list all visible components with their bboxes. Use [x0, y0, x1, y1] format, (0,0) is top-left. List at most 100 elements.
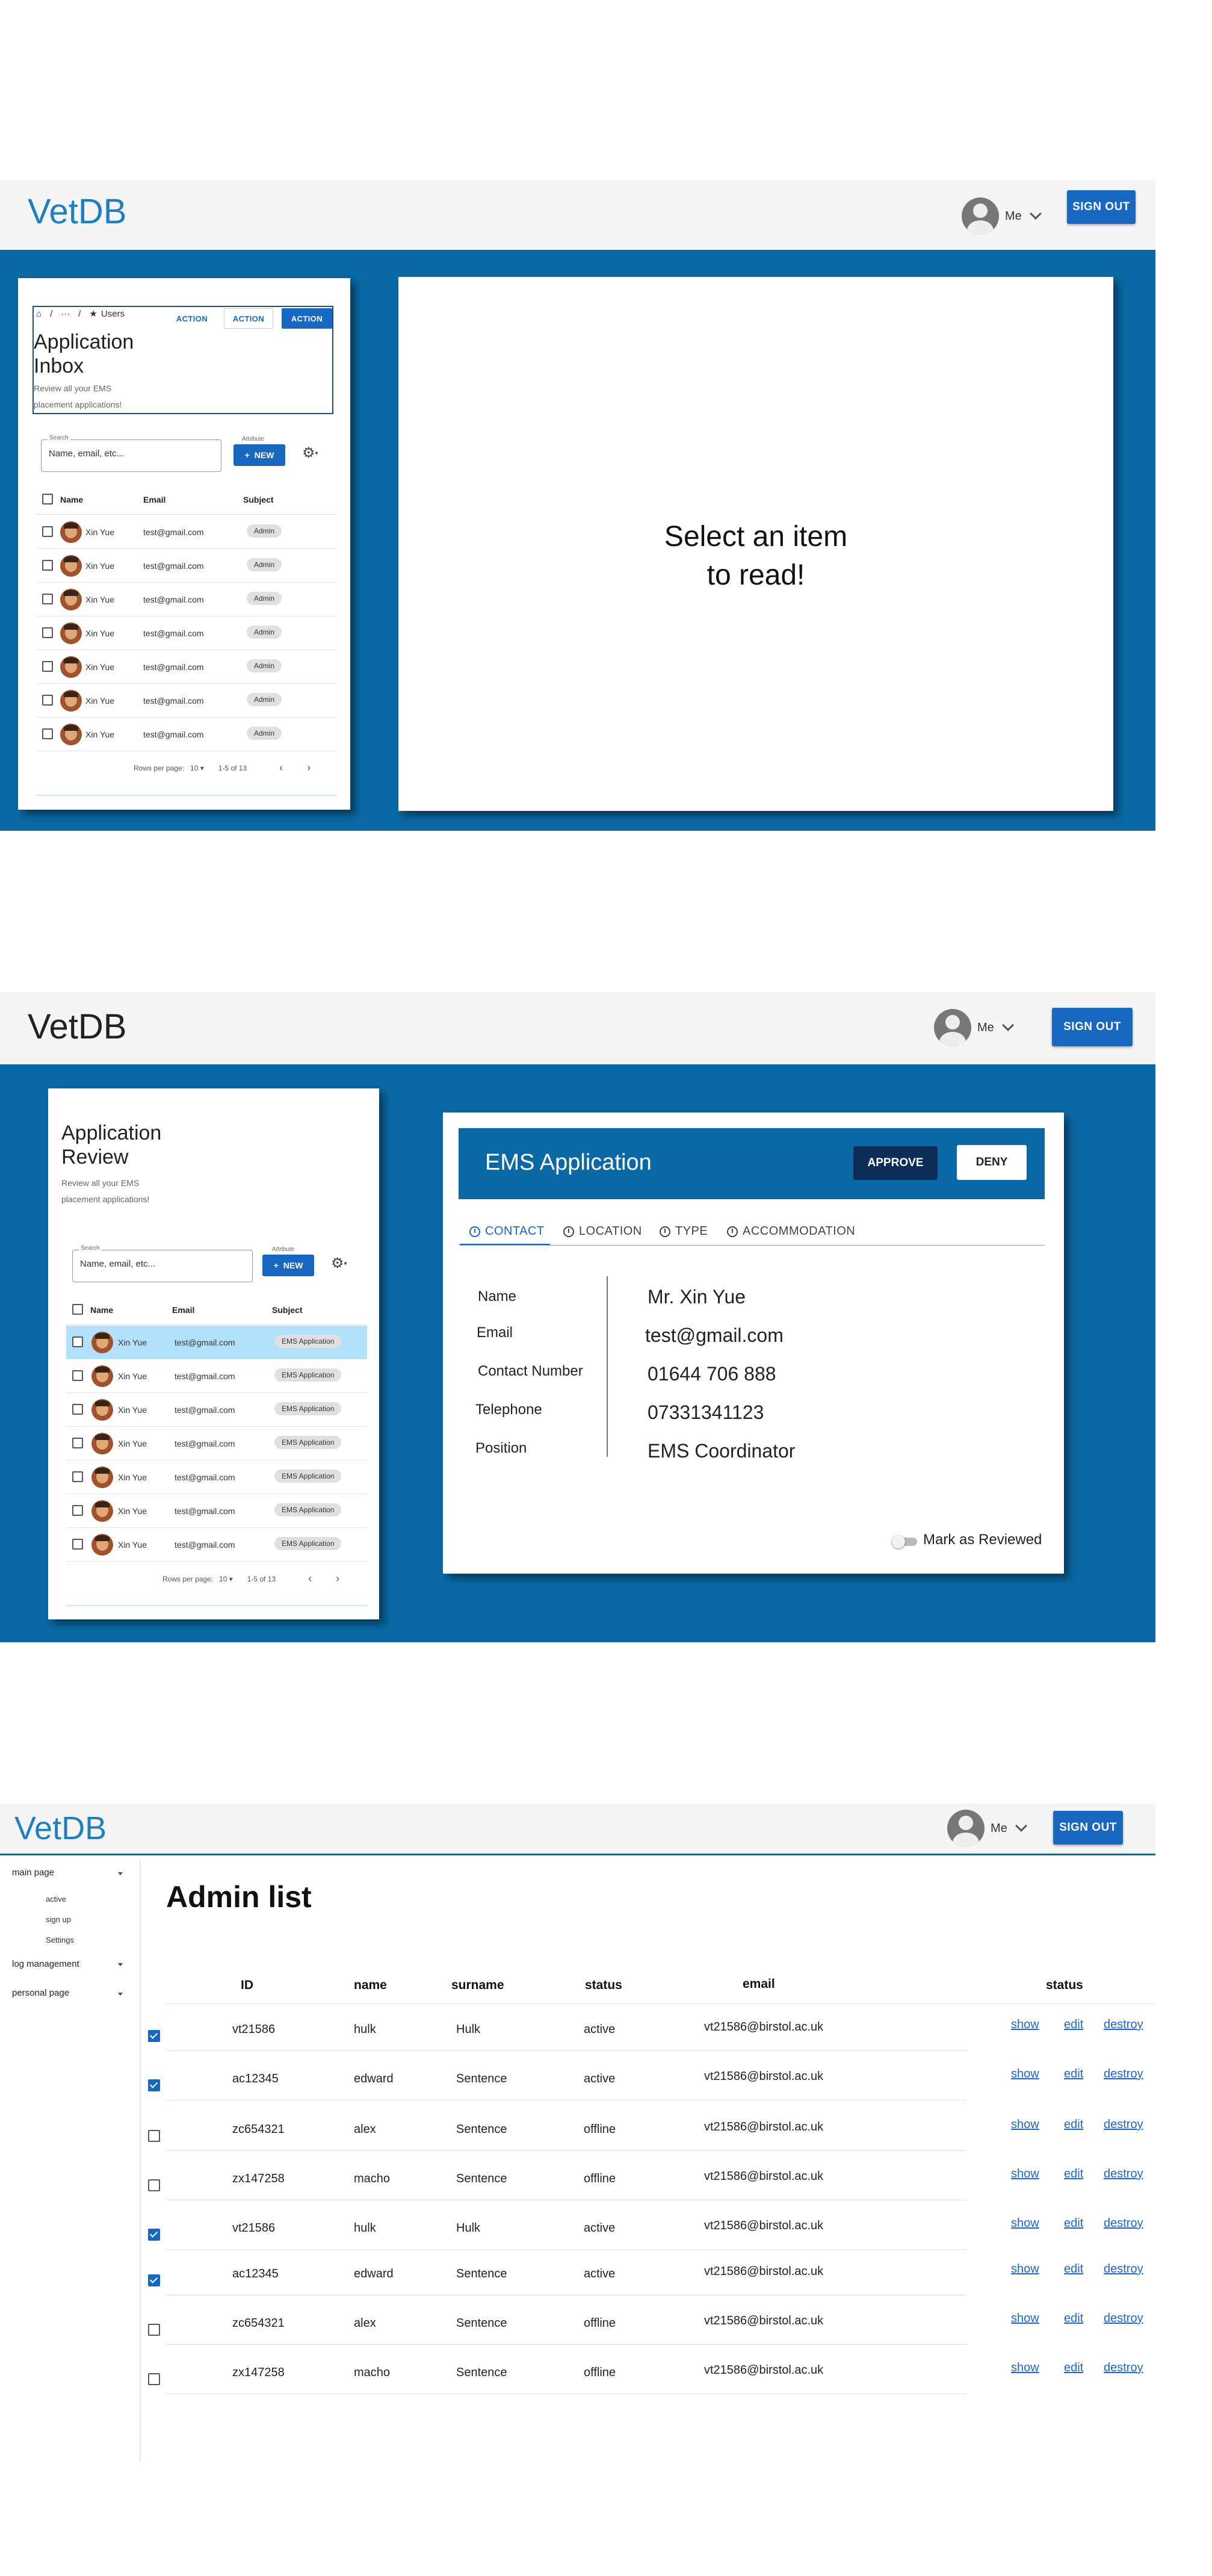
- mark-reviewed-toggle[interactable]: [892, 1535, 917, 1548]
- chevron-down-icon[interactable]: [118, 1872, 123, 1875]
- action-button-1[interactable]: ACTION: [167, 308, 217, 329]
- show-link[interactable]: show: [1011, 2167, 1039, 2181]
- table-row[interactable]: Xin Yue test@gmail.com EMS Application: [66, 1393, 367, 1427]
- row-email[interactable]: vt21586@birstol.ac.uk: [704, 2070, 823, 2084]
- show-link[interactable]: show: [1011, 2067, 1039, 2081]
- sidebar-item-active[interactable]: active: [46, 1895, 66, 1904]
- table-row[interactable]: Xin Yue test@gmail.com Admin: [36, 616, 337, 650]
- row-checkbox[interactable]: [72, 1505, 83, 1516]
- search-input[interactable]: Search Name, email, etc...: [41, 435, 221, 472]
- column-header-name[interactable]: Name: [90, 1305, 113, 1315]
- sign-out-button[interactable]: SIGN OUT: [1053, 1811, 1123, 1845]
- destroy-link[interactable]: destroy: [1104, 2217, 1143, 2230]
- row-email[interactable]: vt21586@birstol.ac.uk: [704, 2170, 823, 2183]
- row-checkbox[interactable]: [42, 728, 53, 739]
- sidebar-item-settings[interactable]: Settings: [46, 1935, 74, 1944]
- row-checkbox[interactable]: [148, 2324, 160, 2336]
- new-button[interactable]: + NEW: [233, 444, 285, 466]
- table-row[interactable]: Xin Yue test@gmail.com Admin: [36, 549, 337, 583]
- destroy-link[interactable]: destroy: [1104, 2262, 1143, 2276]
- row-email[interactable]: vt21586@birstol.ac.uk: [704, 2314, 823, 2328]
- new-button[interactable]: + NEW: [262, 1255, 314, 1276]
- edit-link[interactable]: edit: [1064, 2262, 1083, 2276]
- row-email[interactable]: vt21586@birstol.ac.uk: [704, 2363, 823, 2377]
- row-email[interactable]: vt21586@birstol.ac.uk: [704, 2020, 823, 2034]
- table-row[interactable]: Xin Yue test@gmail.com EMS Application: [66, 1427, 367, 1460]
- destroy-link[interactable]: destroy: [1104, 2018, 1143, 2032]
- row-email[interactable]: vt21586@birstol.ac.uk: [704, 2120, 823, 2134]
- row-checkbox[interactable]: [42, 594, 53, 604]
- edit-link[interactable]: edit: [1064, 2312, 1083, 2326]
- table-row[interactable]: Xin Yue test@gmail.com Admin: [36, 718, 337, 751]
- user-menu[interactable]: Me: [934, 1009, 1014, 1046]
- row-checkbox[interactable]: [72, 1370, 83, 1381]
- user-menu[interactable]: Me: [947, 1810, 1027, 1847]
- row-checkbox[interactable]: [148, 2274, 160, 2286]
- edit-link[interactable]: edit: [1064, 2167, 1083, 2181]
- approve-button[interactable]: APPROVE: [853, 1146, 938, 1180]
- logo[interactable]: VetDB: [14, 1810, 107, 1847]
- column-header-email[interactable]: Email: [172, 1305, 194, 1315]
- tab-contact[interactable]: CONTACT: [469, 1224, 545, 1238]
- row-checkbox[interactable]: [42, 695, 53, 706]
- row-checkbox[interactable]: [42, 661, 53, 672]
- column-header-subject[interactable]: Subject: [243, 495, 274, 504]
- gear-icon[interactable]: ⚙▾: [302, 444, 318, 462]
- prev-page-icon[interactable]: ‹: [279, 762, 283, 774]
- destroy-link[interactable]: destroy: [1104, 2067, 1143, 2081]
- breadcrumb-users[interactable]: Users: [101, 309, 125, 319]
- row-checkbox[interactable]: [148, 2179, 160, 2191]
- sidebar-item-personal-page[interactable]: personal page: [12, 1988, 69, 1998]
- sidebar-item-main-page[interactable]: main page: [12, 1867, 54, 1878]
- row-checkbox[interactable]: [72, 1471, 83, 1482]
- row-checkbox[interactable]: [42, 526, 53, 537]
- table-row[interactable]: Xin Yue test@gmail.com EMS Application: [66, 1494, 367, 1528]
- prev-page-icon[interactable]: ‹: [308, 1572, 312, 1585]
- show-link[interactable]: show: [1011, 2262, 1039, 2276]
- next-page-icon[interactable]: ›: [336, 1572, 339, 1585]
- row-checkbox[interactable]: [72, 1336, 83, 1347]
- table-row[interactable]: Xin Yue test@gmail.com Admin: [36, 515, 337, 549]
- logo[interactable]: VetDB: [28, 191, 126, 232]
- show-link[interactable]: show: [1011, 2312, 1039, 2326]
- edit-link[interactable]: edit: [1064, 2067, 1083, 2081]
- row-checkbox[interactable]: [72, 1539, 83, 1550]
- rows-per-page-select[interactable]: 10 ▾: [190, 764, 204, 772]
- table-row[interactable]: Xin Yue test@gmail.com EMS Application: [66, 1460, 367, 1494]
- gear-icon[interactable]: ⚙▾: [331, 1255, 347, 1272]
- edit-link[interactable]: edit: [1064, 2118, 1083, 2132]
- edit-link[interactable]: edit: [1064, 2361, 1083, 2375]
- row-checkbox[interactable]: [148, 2079, 160, 2091]
- row-checkbox[interactable]: [148, 2373, 160, 2385]
- destroy-link[interactable]: destroy: [1104, 2312, 1143, 2326]
- row-checkbox[interactable]: [42, 627, 53, 638]
- destroy-link[interactable]: destroy: [1104, 2118, 1143, 2132]
- rows-per-page-select[interactable]: 10 ▾: [219, 1575, 233, 1583]
- select-all-checkbox[interactable]: [72, 1304, 83, 1315]
- logo[interactable]: VetDB: [28, 1007, 126, 1047]
- sidebar-item-log-management[interactable]: log management: [12, 1959, 79, 1969]
- deny-button[interactable]: DENY: [957, 1145, 1027, 1180]
- destroy-link[interactable]: destroy: [1104, 2167, 1143, 2181]
- home-icon[interactable]: ⌂: [36, 309, 42, 319]
- row-email[interactable]: vt21586@birstol.ac.uk: [704, 2219, 823, 2233]
- row-checkbox[interactable]: [72, 1438, 83, 1448]
- row-checkbox[interactable]: [148, 2229, 160, 2241]
- chevron-down-icon[interactable]: [118, 1963, 123, 1966]
- table-row[interactable]: Xin Yue test@gmail.com EMS Application: [66, 1528, 367, 1562]
- edit-link[interactable]: edit: [1064, 2018, 1083, 2032]
- destroy-link[interactable]: destroy: [1104, 2361, 1143, 2375]
- row-email[interactable]: vt21586@birstol.ac.uk: [704, 2265, 823, 2279]
- column-header-subject[interactable]: Subject: [272, 1305, 303, 1315]
- sign-out-button[interactable]: SIGN OUT: [1052, 1008, 1133, 1046]
- tab-location[interactable]: LOCATION: [563, 1224, 642, 1238]
- table-row[interactable]: Xin Yue test@gmail.com Admin: [36, 684, 337, 718]
- show-link[interactable]: show: [1011, 2361, 1039, 2375]
- table-row[interactable]: Xin Yue test@gmail.com EMS Application: [66, 1359, 367, 1393]
- tab-accommodation[interactable]: ACCOMMODATION: [727, 1224, 855, 1238]
- action-button-2[interactable]: ACTION: [224, 308, 273, 329]
- table-row[interactable]: Xin Yue test@gmail.com Admin: [36, 583, 337, 616]
- column-header-email[interactable]: Email: [143, 495, 165, 504]
- user-menu[interactable]: Me: [962, 197, 1042, 235]
- table-row[interactable]: Xin Yue test@gmail.com EMS Application: [66, 1326, 367, 1359]
